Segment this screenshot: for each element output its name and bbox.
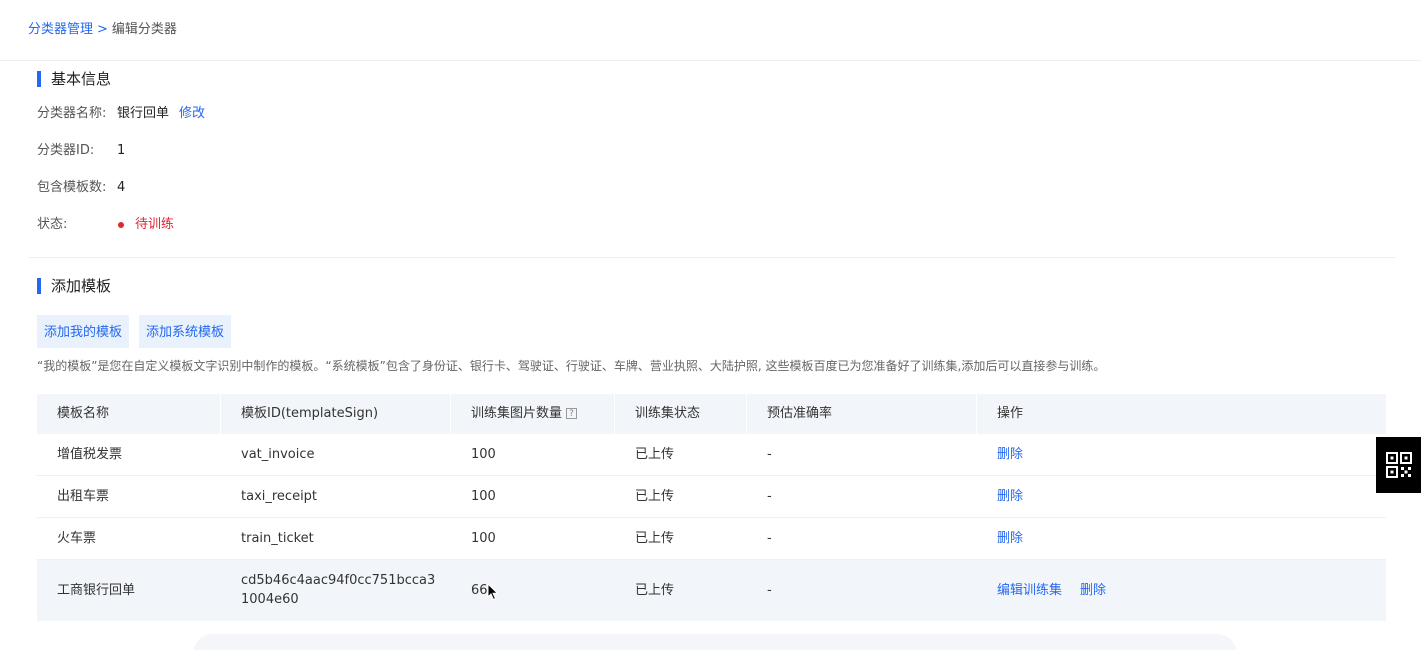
cell-image-count: 100: [471, 447, 496, 462]
header-image-count: 训练集图片数量?: [471, 394, 578, 434]
table-row: 工商银行回单 cd5b46c4aac94f0cc751bcca31004e60 …: [37, 560, 1386, 621]
delete-link[interactable]: 删除: [1080, 583, 1106, 598]
header-template-sign: 模板ID(templateSign): [241, 406, 379, 421]
cell-template-name: 火车票: [57, 531, 97, 546]
header-separator: [614, 394, 615, 434]
table-row: 出租车票 taxi_receipt 100 已上传 - 删除: [37, 476, 1386, 518]
mouse-pointer-icon: [487, 583, 499, 601]
header-separator: [220, 394, 221, 434]
cell-image-count: 66: [471, 583, 488, 598]
add-system-template-button[interactable]: 添加系统模板: [139, 315, 232, 348]
cell-accuracy: -: [767, 447, 772, 462]
classifier-name-value: 银行回单: [117, 106, 170, 121]
basic-info-title: 基本信息: [37, 71, 111, 87]
qr-code-icon: [1385, 452, 1412, 478]
cell-template-name: 增值税发票: [57, 447, 123, 462]
header-image-count-label: 训练集图片数量: [471, 406, 563, 421]
edit-name-link[interactable]: 修改: [179, 104, 205, 124]
add-template-title: 添加模板: [37, 278, 111, 294]
page: 分类器管理 > 编辑分类器 基本信息 分类器名称: 银行回单 修改 分类器ID: 1…: [0, 0, 1421, 650]
template-hint-text: “我的模板”是您在自定义模板文字识别中制作的模板。“系统模板”包含了身份证、银行…: [37, 359, 1106, 373]
status-badge: 待训练: [135, 217, 175, 232]
cell-accuracy: -: [767, 583, 772, 598]
classifier-name-label: 分类器名称:: [37, 106, 107, 121]
template-count-value: 4: [117, 180, 126, 195]
template-count-label: 包含模板数:: [37, 180, 107, 195]
help-icon[interactable]: ?: [566, 408, 578, 419]
cell-operations: 编辑训练集 删除: [997, 560, 1106, 621]
header-separator: [450, 394, 451, 434]
cell-train-state: 已上传: [635, 447, 675, 462]
classifier-id-value: 1: [117, 143, 126, 158]
delete-link[interactable]: 删除: [997, 447, 1023, 462]
cell-operations: 删除: [997, 518, 1023, 559]
table-row: 增值税发票 vat_invoice 100 已上传 - 删除: [37, 434, 1386, 476]
cell-train-state: 已上传: [635, 583, 675, 598]
section-divider: [28, 257, 1396, 258]
cell-operations: 删除: [997, 434, 1023, 475]
header-divider: [0, 60, 1421, 61]
breadcrumb-separator: >: [97, 22, 108, 37]
breadcrumb-current: 编辑分类器: [111, 22, 177, 37]
cell-operations: 删除: [997, 476, 1023, 517]
header-template-name: 模板名称: [57, 406, 110, 421]
edit-training-set-link[interactable]: 编辑训练集: [997, 583, 1062, 598]
bottom-action-bar: [193, 634, 1237, 650]
cell-image-count: 100: [471, 531, 496, 546]
cell-accuracy: -: [767, 489, 772, 504]
qr-code-button[interactable]: [1376, 437, 1421, 493]
cell-template-sign: vat_invoice: [241, 447, 315, 462]
add-my-template-button[interactable]: 添加我的模板: [37, 315, 130, 348]
status-dot-icon: [118, 222, 124, 228]
classifier-id-label: 分类器ID:: [37, 143, 95, 158]
cell-template-sign: taxi_receipt: [241, 489, 318, 504]
delete-link[interactable]: 删除: [997, 531, 1023, 546]
cell-template-sign: train_ticket: [241, 531, 314, 546]
cell-template-name: 工商银行回单: [57, 583, 136, 598]
header-train-state: 训练集状态: [635, 406, 701, 421]
breadcrumb-parent-link[interactable]: 分类器管理: [28, 22, 93, 37]
cell-train-state: 已上传: [635, 531, 675, 546]
delete-link[interactable]: 删除: [997, 489, 1023, 504]
cell-template-sign: cd5b46c4aac94f0cc751bcca31004e60: [241, 573, 436, 607]
cell-train-state: 已上传: [635, 489, 675, 504]
table-header: 模板名称 模板ID(templateSign) 训练集图片数量? 训练集状态 预…: [37, 394, 1386, 434]
breadcrumb: 分类器管理 > 编辑分类器: [28, 20, 177, 40]
cell-accuracy: -: [767, 531, 772, 546]
cell-image-count: 100: [471, 489, 496, 504]
header-separator: [976, 394, 977, 434]
header-separator: [746, 394, 747, 434]
template-table: 模板名称 模板ID(templateSign) 训练集图片数量? 训练集状态 预…: [37, 394, 1386, 621]
table-row: 火车票 train_ticket 100 已上传 - 删除: [37, 518, 1386, 560]
cell-template-name: 出租车票: [57, 489, 110, 504]
status-label: 状态:: [37, 217, 68, 232]
header-accuracy: 预估准确率: [767, 406, 833, 421]
header-operations: 操作: [997, 406, 1024, 421]
